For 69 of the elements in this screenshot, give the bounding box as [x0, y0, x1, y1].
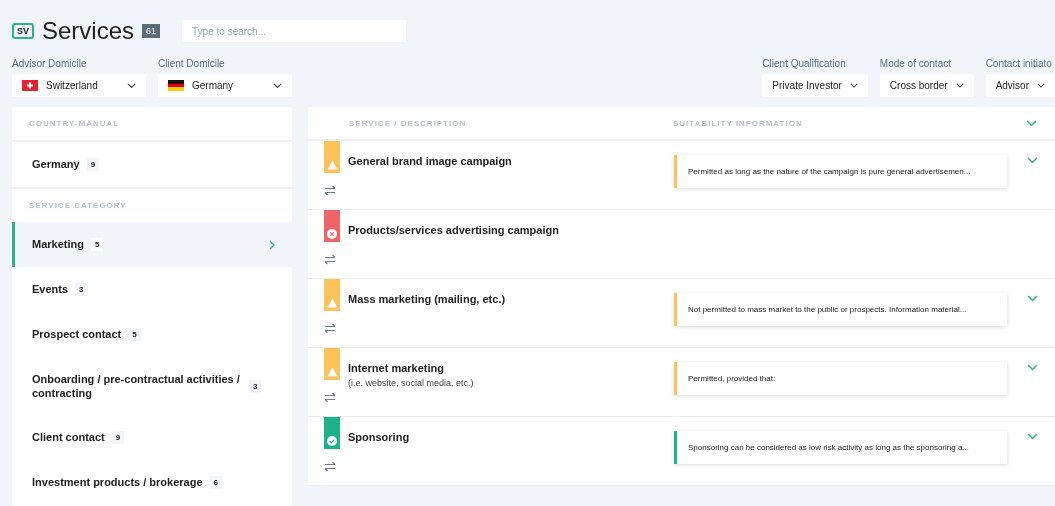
- count-badge: 6: [209, 476, 222, 489]
- chevron-down-icon[interactable]: [1037, 83, 1045, 88]
- service-title: General brand image campaign: [348, 155, 513, 167]
- filter-dropdown[interactable]: Switzerland: [12, 74, 146, 97]
- transfer-icon[interactable]: [324, 323, 336, 334]
- service-row[interactable]: Products/services advertising campaign: [308, 210, 1055, 279]
- count-badge: 3: [249, 379, 262, 393]
- count-badge: 9: [111, 431, 125, 444]
- chevron-down-icon[interactable]: [955, 83, 964, 88]
- transfer-icon[interactable]: [324, 185, 336, 196]
- service-title: Mass marketing (mailing, etc.): [348, 293, 507, 305]
- item-label: Germany: [32, 157, 80, 172]
- app-logo: SV: [12, 23, 34, 39]
- suitability-note: Sponsoring can be considered as low risk activity as long as the sponsoring a...: [674, 431, 1007, 464]
- column-header: SERVICE / DESCRIPTION: [349, 118, 468, 128]
- filter-label: Mode of contact: [879, 58, 952, 69]
- chevron-down-icon[interactable]: [849, 83, 858, 88]
- error-icon: [327, 229, 337, 239]
- swiss-flag-icon: [22, 80, 38, 91]
- expand-icon[interactable]: [1027, 295, 1038, 302]
- item-label: Marketing: [32, 237, 84, 252]
- filter-dropdown[interactable]: Advisor: [985, 74, 1055, 97]
- item-label: Events: [32, 282, 69, 297]
- warning-icon: [326, 160, 338, 170]
- german-flag-icon: [168, 80, 184, 91]
- count-badge: 9: [86, 158, 100, 171]
- expand-icon[interactable]: [1027, 157, 1038, 164]
- filter-dropdown[interactable]: Germany: [158, 74, 292, 97]
- suitability-note: Permitted, provided that:: [674, 362, 1007, 395]
- filter-label: Client Qualification: [762, 58, 847, 69]
- column-header: SUITABILITY INFORMATION: [673, 118, 804, 128]
- count-badge: 61: [142, 24, 161, 38]
- filter-label: Advisor Domicile: [12, 58, 88, 69]
- check-icon: [327, 436, 337, 446]
- expand-icon[interactable]: [1027, 364, 1038, 371]
- item-label: Prospect contact: [32, 327, 122, 342]
- filter-label: Contact initiato: [985, 58, 1053, 69]
- service-title: Internet marketing: [348, 362, 445, 374]
- search-field[interactable]: Type to search...: [182, 20, 407, 42]
- service-description: (i.e. website, social media, etc.): [348, 378, 475, 388]
- count-badge: 3: [75, 283, 88, 296]
- suitability-note: Permitted as long as the nature of the campaign is pure general advertisemen...: [674, 155, 1007, 188]
- expand-all-icon[interactable]: [1026, 119, 1037, 127]
- service-title: Sponsoring: [348, 431, 411, 443]
- sidebar-item[interactable]: Marketing 5: [12, 222, 292, 267]
- warning-icon: [326, 367, 338, 377]
- expand-icon[interactable]: [1027, 433, 1038, 440]
- service-row[interactable]: Internet marketing (i.e. website, social media, etc.) Permitted, provided that:: [308, 348, 1055, 417]
- suitability-note: Not permitted to mass market to the public or prospects. Information material...: [674, 293, 1007, 326]
- filter-dropdown[interactable]: Private Investor: [762, 74, 868, 97]
- item-label: Onboarding / pre-contractual activities / contracting: [32, 371, 241, 401]
- warning-icon: [326, 298, 338, 308]
- item-label: Investment products / brokerage: [32, 475, 203, 490]
- transfer-icon[interactable]: [324, 392, 336, 403]
- filter-label: Client Domicile: [158, 58, 226, 69]
- chevron-down-icon[interactable]: [127, 82, 136, 89]
- item-label: Client contact: [32, 430, 105, 445]
- chevron-down-icon[interactable]: [273, 82, 282, 89]
- count-badge: 5: [90, 238, 104, 251]
- service-title: Products/services advertising campaign: [348, 224, 560, 236]
- count-badge: 5: [128, 328, 141, 341]
- transfer-icon[interactable]: [324, 254, 336, 265]
- page-title: Services: [42, 17, 135, 45]
- chevron-right-icon: [269, 239, 275, 250]
- service-row[interactable]: Mass marketing (mailing, etc.) Not permitted to mass market to the public or prospects. Information material...: [308, 279, 1055, 348]
- service-row[interactable]: Sponsoring Sponsoring can be considered as low risk activity as long as the sponsoring a...: [308, 417, 1055, 486]
- service-row[interactable]: General brand image campaign Permitted as long as the nature of the campaign is pure general advertisemen...: [308, 141, 1055, 210]
- transfer-icon[interactable]: [324, 461, 336, 472]
- filter-dropdown[interactable]: Cross border: [879, 74, 974, 97]
